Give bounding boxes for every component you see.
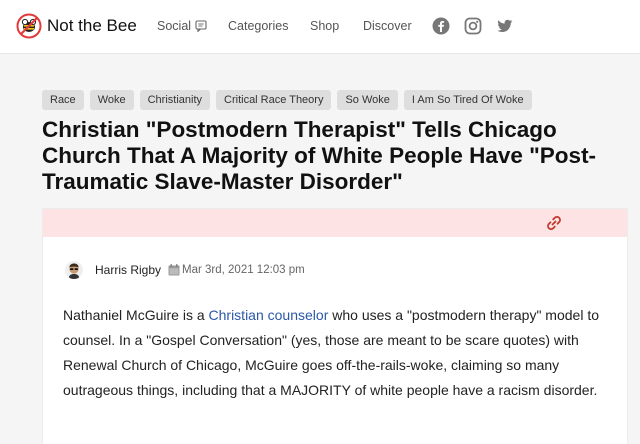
nav-social-label: Social bbox=[157, 19, 192, 33]
calendar-icon bbox=[168, 264, 180, 276]
nav-discover[interactable]: Discover bbox=[363, 19, 412, 33]
article-title: Christian "Postmodern Therapist" Tells C… bbox=[42, 117, 597, 194]
site-logo[interactable]: Not the Bee bbox=[16, 13, 137, 39]
tag-woke[interactable]: Woke bbox=[89, 90, 134, 110]
author-name[interactable]: Harris Rigby bbox=[95, 263, 161, 277]
facebook-icon[interactable] bbox=[432, 17, 450, 35]
tag-list: Race Woke Christianity Critical Race The… bbox=[42, 90, 538, 110]
tag-christianity[interactable]: Christianity bbox=[139, 90, 211, 110]
article-body: Nathaniel McGuire is a Christian counsel… bbox=[63, 303, 619, 403]
christian-counselor-link[interactable]: Christian counselor bbox=[209, 307, 329, 323]
body-text-start: Nathaniel McGuire is a bbox=[63, 307, 209, 323]
twitter-icon[interactable] bbox=[496, 17, 514, 35]
author-avatar[interactable] bbox=[65, 261, 83, 279]
nav-social[interactable]: Social bbox=[157, 19, 207, 33]
site-name: Not the Bee bbox=[47, 16, 137, 35]
tag-i-am-so-tired-of-woke[interactable]: I Am So Tired Of Woke bbox=[403, 90, 532, 110]
nav-categories[interactable]: Categories bbox=[228, 19, 288, 33]
publish-date: Mar 3rd, 2021 12:03 pm bbox=[182, 264, 305, 276]
instagram-icon[interactable] bbox=[464, 17, 482, 35]
tag-so-woke[interactable]: So Woke bbox=[337, 90, 398, 110]
article-card-header bbox=[43, 209, 627, 237]
link-icon[interactable] bbox=[545, 214, 563, 232]
nav-shop[interactable]: Shop bbox=[310, 19, 339, 33]
tag-race[interactable]: Race bbox=[42, 90, 84, 110]
chat-icon bbox=[195, 20, 207, 32]
top-navigation-bar: Not the Bee Social Categories Shop Disco… bbox=[0, 0, 640, 54]
bee-logo-icon bbox=[16, 13, 42, 39]
tag-critical-race-theory[interactable]: Critical Race Theory bbox=[216, 90, 332, 110]
author-line: Harris Rigby Mar 3rd, 2021 12:03 pm bbox=[65, 261, 305, 279]
article-card: Harris Rigby Mar 3rd, 2021 12:03 pm Nath… bbox=[42, 208, 628, 444]
